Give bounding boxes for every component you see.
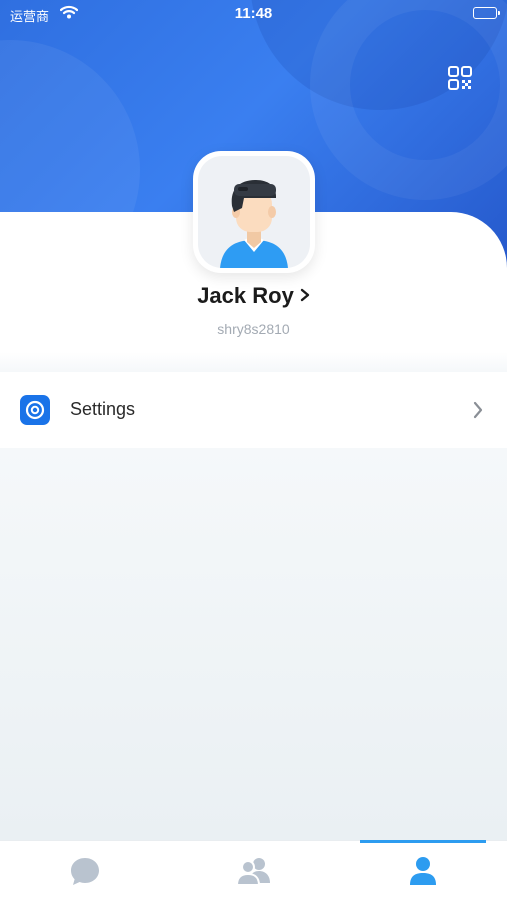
clock: 11:48 bbox=[234, 5, 273, 22]
content-area bbox=[0, 448, 507, 840]
qr-code-button[interactable] bbox=[446, 64, 474, 92]
qr-code-icon bbox=[448, 66, 472, 90]
settings-menu-item[interactable]: Settings bbox=[0, 372, 507, 448]
tab-messages[interactable] bbox=[0, 841, 169, 901]
contacts-icon bbox=[235, 858, 270, 886]
avatar-image bbox=[198, 156, 310, 268]
settings-icon bbox=[20, 395, 50, 425]
chevron-right-icon bbox=[300, 282, 310, 308]
tab-bar bbox=[0, 840, 507, 901]
user-avatar-icon bbox=[220, 180, 288, 268]
tab-contacts[interactable] bbox=[169, 841, 338, 901]
avatar[interactable] bbox=[193, 151, 315, 273]
divider bbox=[0, 352, 507, 372]
tab-profile[interactable] bbox=[360, 840, 507, 901]
chat-bubble-icon bbox=[70, 858, 99, 885]
battery-icon bbox=[473, 7, 500, 19]
chevron-right-icon bbox=[472, 401, 484, 424]
profile-name-link[interactable]: Jack Roy bbox=[0, 283, 507, 309]
profile-id: shry8s2810 bbox=[217, 321, 290, 337]
profile-name: Jack Roy bbox=[197, 283, 294, 308]
status-bar: 运营商 11:48 bbox=[0, 0, 507, 28]
active-tab-indicator bbox=[360, 840, 486, 843]
settings-label: Settings bbox=[70, 399, 136, 419]
person-icon bbox=[410, 857, 436, 885]
header-decoration bbox=[310, 0, 507, 200]
